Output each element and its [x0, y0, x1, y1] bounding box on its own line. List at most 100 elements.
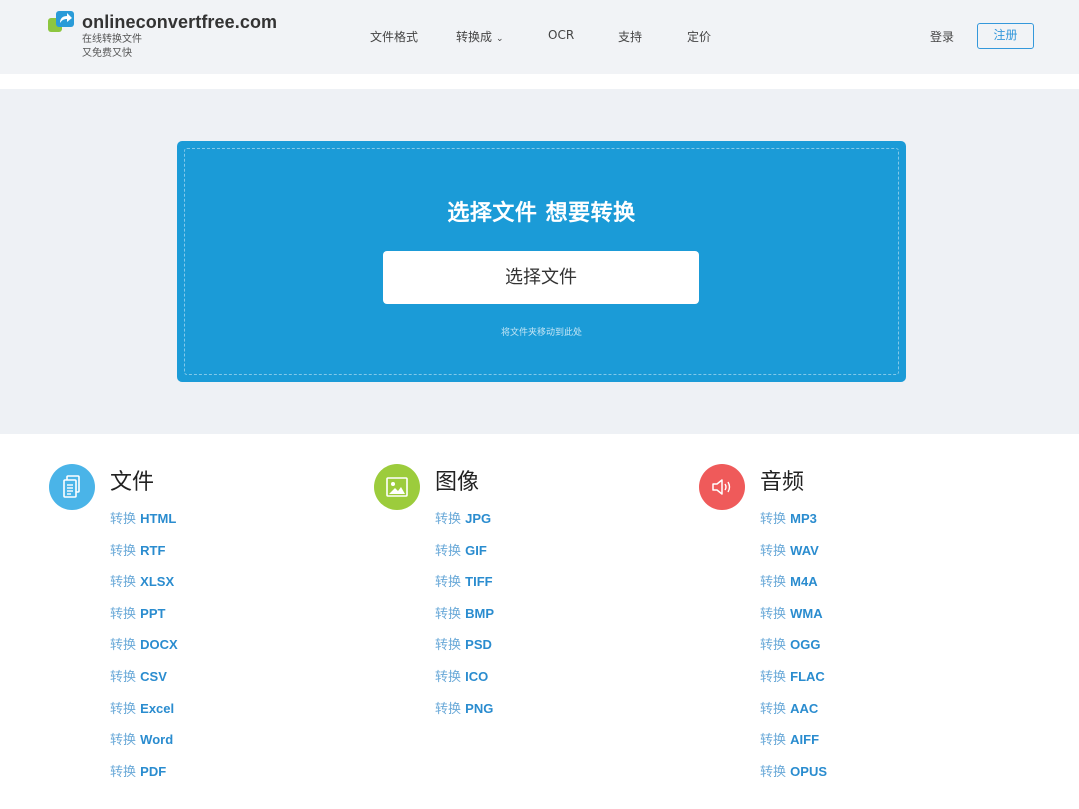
- convert-gif-link[interactable]: 转换 GIF: [435, 543, 487, 559]
- chevron-down-icon: ⌄: [496, 34, 504, 44]
- list-item: 转换 JPG: [435, 508, 494, 540]
- convert-word-link[interactable]: 转换 Word: [110, 732, 174, 749]
- format-label: PPT: [140, 605, 166, 621]
- nav-pricing[interactable]: 定价: [687, 28, 711, 45]
- list-item: 转换 MP3: [760, 508, 827, 540]
- convert-prefix: 转换: [760, 701, 787, 717]
- convert-prefix: 转换: [760, 543, 787, 559]
- convert-prefix: 转换: [435, 701, 462, 717]
- convert-pdf-link[interactable]: 转换 PDF: [110, 763, 167, 780]
- list-item: 转换 BMP: [435, 603, 494, 635]
- format-label: AAC: [790, 700, 819, 716]
- format-label: PSD: [465, 637, 492, 653]
- list-item: 转换 DOCX: [110, 634, 178, 666]
- convert-ico-link[interactable]: 转换 ICO: [435, 669, 488, 685]
- convert-prefix: 转换: [110, 638, 137, 654]
- list-item: 转换 OPUS: [760, 761, 827, 793]
- list-item: 转换 Word: [110, 729, 178, 761]
- convert-prefix: 转换: [760, 764, 787, 780]
- convert-prefix: 转换: [110, 543, 137, 559]
- file-dropzone[interactable]: 选择文件 想要转换 选择文件 将文件夹移动到此处: [177, 141, 906, 382]
- category-title: 文件: [110, 470, 155, 495]
- list-item: 转换 WAV: [760, 540, 827, 572]
- nav-support[interactable]: 支持: [618, 28, 642, 45]
- format-list: 转换 HTML 转换 RTF 转换 XLSX 转换 PPT 转换 DOCX 转换…: [110, 508, 178, 792]
- list-item: 转换 ICO: [435, 666, 494, 698]
- format-label: PDF: [140, 763, 167, 779]
- format-label: CSV: [140, 668, 167, 684]
- convert-flac-link[interactable]: 转换 FLAC: [760, 668, 825, 685]
- convert-prefix: 转换: [110, 733, 137, 749]
- convert-excel-link[interactable]: 转换 Excel: [110, 701, 174, 717]
- login-link[interactable]: 登录: [930, 28, 954, 45]
- convert-prefix: 转换: [760, 669, 787, 685]
- list-item: 转换 PNG: [435, 698, 494, 730]
- convert-bmp-link[interactable]: 转换 BMP: [435, 606, 494, 622]
- list-item: 转换 CSV: [110, 666, 178, 698]
- convert-prefix: 转换: [760, 606, 787, 622]
- format-label: OPUS: [790, 763, 827, 779]
- convert-prefix: 转换: [110, 512, 137, 527]
- convert-opus-link[interactable]: 转换 OPUS: [760, 763, 827, 780]
- list-item: 转换 FLAC: [760, 666, 827, 698]
- list-item: 转换 TIFF: [435, 571, 494, 603]
- convert-docx-link[interactable]: 转换 DOCX: [110, 637, 178, 654]
- image-icon: [374, 464, 420, 510]
- format-label: TIFF: [465, 574, 493, 590]
- convert-html-link[interactable]: 转换 HTML: [110, 511, 177, 527]
- convert-jpg-link[interactable]: 转换 JPG: [435, 511, 492, 527]
- site-header: onlineconvertfree.com 在线转换文件 又免费又快 文件格式 …: [0, 0, 1079, 74]
- convert-prefix: 转换: [110, 575, 137, 591]
- convert-prefix: 转换: [435, 669, 462, 685]
- convert-prefix: 转换: [435, 512, 462, 527]
- list-item: 转换 PPT: [110, 603, 178, 635]
- hero-section: 选择文件 想要转换 选择文件 将文件夹移动到此处: [0, 89, 1079, 434]
- format-label: WMA: [790, 605, 823, 621]
- convert-prefix: 转换: [760, 733, 787, 749]
- register-button[interactable]: 注册: [977, 23, 1034, 49]
- convert-prefix: 转换: [760, 638, 787, 654]
- convert-wma-link[interactable]: 转换 WMA: [760, 605, 823, 622]
- nav-file-formats[interactable]: 文件格式: [370, 28, 418, 45]
- format-label: OGG: [790, 637, 821, 653]
- list-item: 转换 WMA: [760, 603, 827, 635]
- tagline-line-1: 在线转换文件: [82, 34, 142, 45]
- list-item: 转换 PDF: [110, 761, 178, 793]
- format-label: FLAC: [790, 668, 825, 684]
- format-label: RTF: [140, 542, 166, 558]
- convert-wav-link[interactable]: 转换 WAV: [760, 542, 819, 559]
- convert-prefix: 转换: [760, 512, 787, 527]
- convert-prefix: 转换: [110, 669, 137, 685]
- list-item: 转换 Excel: [110, 698, 178, 730]
- convert-rtf-link[interactable]: 转换 RTF: [110, 542, 166, 559]
- list-item: 转换 OGG: [760, 634, 827, 666]
- convert-prefix: 转换: [435, 638, 462, 654]
- convert-prefix: 转换: [760, 575, 787, 591]
- convert-aac-link[interactable]: 转换 AAC: [760, 700, 819, 717]
- convert-csv-link[interactable]: 转换 CSV: [110, 668, 167, 685]
- convert-ogg-link[interactable]: 转换 OGG: [760, 637, 821, 654]
- format-list: 转换 MP3 转换 WAV 转换 M4A 转换 WMA 转换 OGG 转换 FL…: [760, 508, 827, 792]
- tagline-line-2: 又免费又快: [82, 48, 132, 59]
- convert-m4a-link[interactable]: 转换 M4A: [760, 574, 818, 591]
- nav-ocr[interactable]: OCR: [548, 28, 574, 42]
- convert-prefix: 转换: [110, 606, 137, 622]
- format-label: WAV: [790, 542, 819, 558]
- convert-png-link[interactable]: 转换 PNG: [435, 700, 494, 717]
- choose-file-button[interactable]: 选择文件: [383, 251, 699, 304]
- site-logo[interactable]: onlineconvertfree.com: [48, 10, 277, 34]
- convert-aiff-link[interactable]: 转换 AIFF: [760, 732, 820, 749]
- convert-tiff-link[interactable]: 转换 TIFF: [435, 574, 493, 590]
- format-label: XLSX: [140, 574, 175, 590]
- convert-ppt-link[interactable]: 转换 PPT: [110, 605, 166, 622]
- document-icon: [49, 464, 95, 510]
- convert-xlsx-link[interactable]: 转换 XLSX: [110, 574, 175, 591]
- nav-convert-to[interactable]: 转换成 ⌄: [456, 28, 504, 45]
- format-label: JPG: [465, 511, 492, 526]
- format-label: PNG: [465, 700, 494, 716]
- convert-psd-link[interactable]: 转换 PSD: [435, 637, 492, 654]
- format-label: AIFF: [790, 732, 820, 748]
- convert-mp3-link[interactable]: 转换 MP3: [760, 511, 817, 527]
- format-label: HTML: [140, 511, 177, 526]
- format-label: Word: [140, 732, 174, 748]
